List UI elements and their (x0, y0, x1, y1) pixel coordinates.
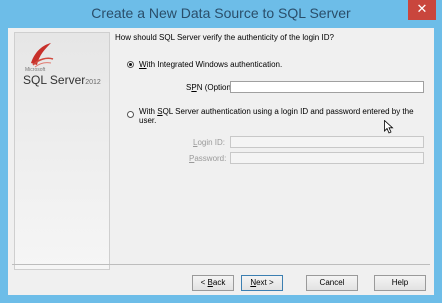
title-bar[interactable]: Create a New Data Source to SQL Server ✕ (0, 0, 442, 28)
logo-panel: Microsoft SQL Server2012 (14, 32, 110, 270)
password-label-post: assword: (194, 154, 227, 163)
radio-windows-accel: W (139, 60, 147, 69)
back-button[interactable]: < Back (192, 275, 234, 291)
dialog-window: Create a New Data Source to SQL Server ✕… (0, 0, 442, 303)
login-id-label: Login ID: (193, 138, 225, 147)
window-title: Create a New Data Source to SQL Server (91, 5, 351, 21)
radio-sql-pre: With (139, 107, 158, 116)
logo-version: 2012 (85, 79, 101, 86)
radio-windows-auth[interactable] (127, 61, 134, 68)
back-button-pre: < (200, 278, 208, 287)
login-label-post: ogin ID: (197, 138, 226, 147)
logo-product: SQL Server2012 (23, 73, 101, 87)
help-button[interactable]: Help (374, 275, 426, 291)
button-separator (12, 264, 430, 265)
next-button[interactable]: Next > (241, 275, 283, 291)
dialog-client-area: Microsoft SQL Server2012 How should SQL … (8, 28, 434, 295)
logo-product-name: SQL Server (23, 73, 86, 87)
radio-sql-auth-label[interactable]: With SQL Server authentication using a l… (139, 107, 424, 125)
spn-input[interactable] (230, 81, 424, 93)
login-id-input[interactable] (230, 136, 424, 148)
auth-question: How should SQL Server verify the authent… (115, 33, 334, 42)
back-button-post: ack (212, 278, 226, 287)
next-button-post: ext > (256, 278, 274, 287)
close-button[interactable]: ✕ (408, 0, 436, 20)
password-input[interactable] (230, 152, 424, 164)
mouse-cursor-icon (384, 120, 394, 134)
radio-windows-auth-label[interactable]: With Integrated Windows authentication. (139, 60, 282, 69)
radio-windows-rest: ith Integrated Windows authentication. (146, 60, 283, 69)
password-label: Password: (189, 154, 226, 163)
radio-sql-auth[interactable] (127, 111, 134, 118)
radio-sql-rest: QL Server authentication using a login I… (139, 107, 414, 125)
cancel-button[interactable]: Cancel (306, 275, 358, 291)
